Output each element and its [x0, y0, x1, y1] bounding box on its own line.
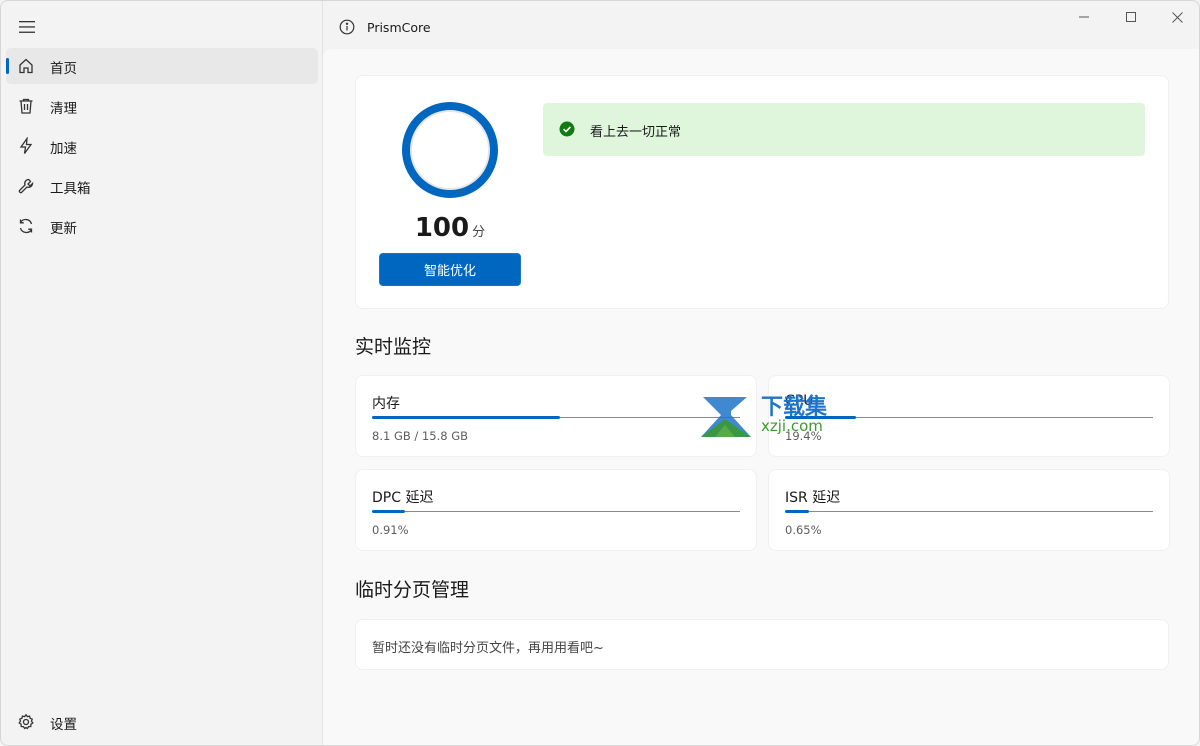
score-value: 100: [414, 213, 470, 243]
minimize-icon: [1079, 16, 1089, 18]
smart-optimize-button[interactable]: 智能优化: [379, 253, 521, 286]
status-infobar: 看上去一切正常: [543, 103, 1145, 156]
memory-label: 内存: [372, 396, 400, 412]
app-window: 首页 清理 加速 工具箱 更新 设置 PrismCore 100 分 智能优化 …: [0, 0, 1200, 746]
temp-pages-section-title: 临时分页管理: [355, 579, 470, 601]
isr-latency-progress-fill: [785, 510, 809, 513]
app-title: PrismCore: [367, 20, 431, 35]
watermark-logo: 下载集 xzji.com: [701, 393, 851, 443]
maximize-icon: [1126, 12, 1136, 22]
dpc-latency-value: 0.91%: [372, 523, 409, 537]
isr-latency-progress: [785, 510, 1153, 513]
watermark-icon: [701, 397, 751, 437]
minimize-button[interactable]: [1061, 1, 1107, 33]
info-icon[interactable]: [339, 19, 355, 35]
monitor-section-title: 实时监控: [355, 336, 432, 358]
sidebar-item-toolbox[interactable]: 工具箱: [6, 168, 318, 204]
maximize-button[interactable]: [1108, 1, 1154, 33]
sidebar-item-label: 更新: [50, 221, 77, 237]
memory-value: 8.1 GB / 15.8 GB: [372, 429, 468, 443]
memory-card: 内存 8.1 GB / 15.8 GB: [355, 375, 757, 457]
menu-toggle-button[interactable]: [13, 13, 41, 41]
temp-pages-card: 暂时还没有临时分页文件，再用用看吧~: [355, 619, 1169, 670]
hamburger-icon: [19, 21, 35, 33]
isr-latency-value: 0.65%: [785, 523, 822, 537]
sidebar-item-clean[interactable]: 清理: [6, 88, 318, 124]
dpc-latency-progress-fill: [372, 510, 406, 513]
health-score-ring: [402, 102, 498, 198]
wrench-icon: [17, 177, 35, 195]
memory-progress-fill: [372, 416, 560, 419]
title-bar: PrismCore: [323, 1, 1199, 49]
temp-pages-empty-text: 暂时还没有临时分页文件，再用用看吧~: [372, 641, 604, 656]
sidebar-item-label: 清理: [50, 101, 77, 117]
score-unit: 分: [472, 225, 486, 240]
sidebar-item-boost[interactable]: 加速: [6, 128, 318, 164]
sidebar-item-settings[interactable]: 设置: [6, 704, 318, 740]
dpc-latency-progress: [372, 510, 740, 513]
health-card: 100 分 智能优化 看上去一切正常: [355, 75, 1169, 309]
isr-latency-card: ISR 延迟 0.65%: [768, 469, 1170, 551]
refresh-icon: [17, 217, 35, 235]
home-icon: [17, 57, 35, 75]
health-score: 100 分: [356, 213, 544, 243]
sidebar: 首页 清理 加速 工具箱 更新 设置: [1, 1, 323, 745]
close-button[interactable]: [1154, 1, 1199, 33]
isr-latency-label: ISR 延迟: [785, 490, 841, 506]
sidebar-item-update[interactable]: 更新: [6, 208, 318, 244]
sidebar-item-label: 加速: [50, 141, 77, 157]
lightning-icon: [17, 137, 35, 155]
sidebar-item-home[interactable]: 首页: [6, 48, 318, 84]
sidebar-item-label: 工具箱: [50, 181, 91, 197]
dpc-latency-card: DPC 延迟 0.91%: [355, 469, 757, 551]
sidebar-item-label: 首页: [50, 61, 77, 77]
trash-icon: [17, 97, 35, 115]
status-message: 看上去一切正常: [590, 125, 682, 140]
sidebar-item-label: 设置: [50, 717, 77, 733]
gear-icon: [17, 713, 35, 731]
close-icon: [1171, 11, 1183, 23]
memory-progress: [372, 416, 740, 419]
dpc-latency-label: DPC 延迟: [372, 490, 434, 506]
watermark-url: xzji.com: [761, 417, 823, 435]
check-circle-icon: [559, 121, 575, 137]
